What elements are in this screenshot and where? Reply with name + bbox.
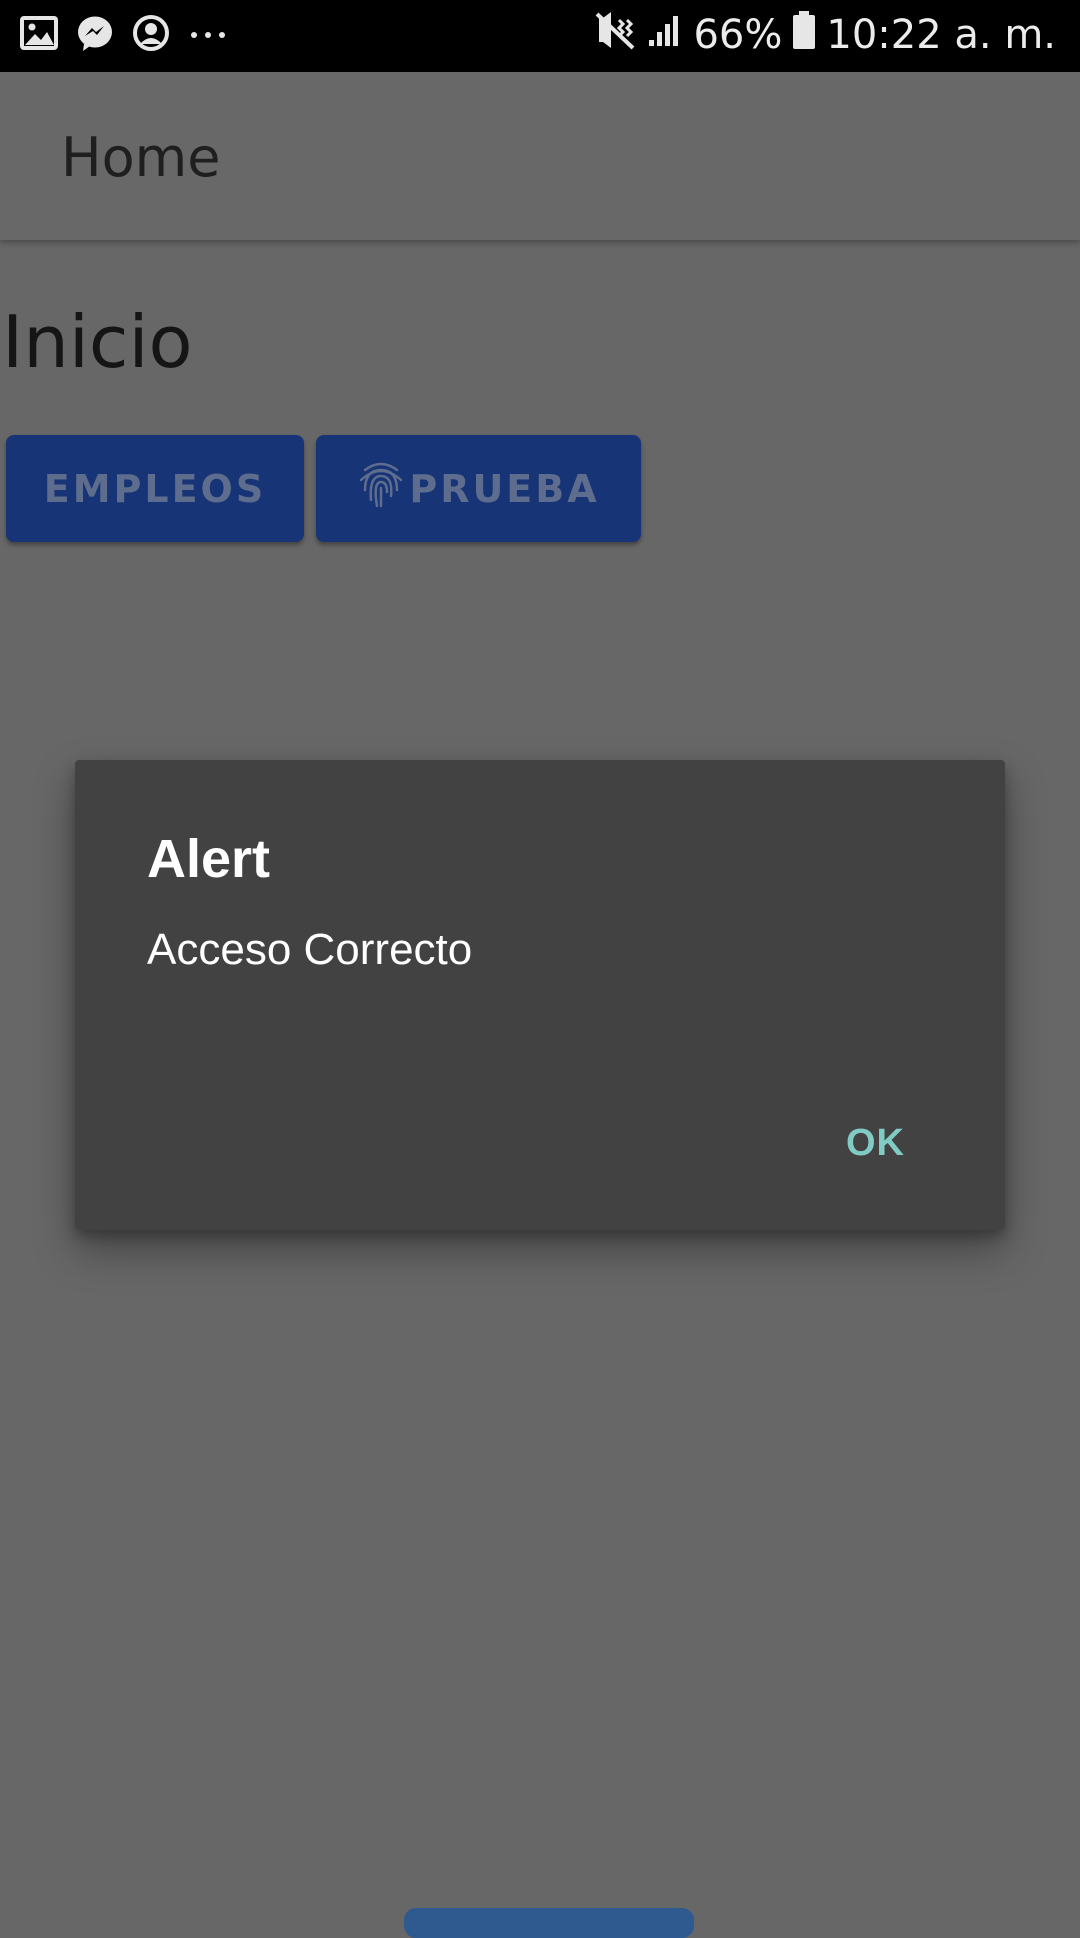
battery-icon <box>792 11 816 59</box>
empleos-button[interactable]: EMPLEOS <box>6 435 304 542</box>
page-title: Inicio <box>2 300 193 384</box>
prueba-button[interactable]: PRUEBA <box>316 435 641 542</box>
prueba-button-label: PRUEBA <box>409 466 600 511</box>
app-bar-title: Home <box>61 126 221 189</box>
empleos-button-label: EMPLEOS <box>43 466 267 511</box>
gallery-icon <box>20 15 58 56</box>
system-status: 66% 10:22 a. m. <box>595 10 1056 60</box>
vibrate-mute-icon <box>595 10 637 60</box>
notification-icons <box>20 14 228 57</box>
fingerprint-icon <box>357 456 405 521</box>
more-dots-icon <box>188 27 228 45</box>
bottom-button[interactable] <box>404 1908 694 1938</box>
battery-percent: 66% <box>693 12 783 58</box>
messenger-icon <box>76 14 114 57</box>
dialog-message: Acceso Correcto <box>147 925 473 974</box>
status-bar: 66% 10:22 a. m. <box>0 0 1080 72</box>
alert-dialog: Alert Acceso Correcto OK <box>75 760 1005 1230</box>
clock: 10:22 a. m. <box>826 12 1056 58</box>
account-icon <box>132 14 170 57</box>
signal-icon <box>647 12 683 58</box>
app-bar: Home <box>0 72 1080 240</box>
ok-button[interactable]: OK <box>846 1122 905 1165</box>
dialog-title: Alert <box>147 829 271 889</box>
